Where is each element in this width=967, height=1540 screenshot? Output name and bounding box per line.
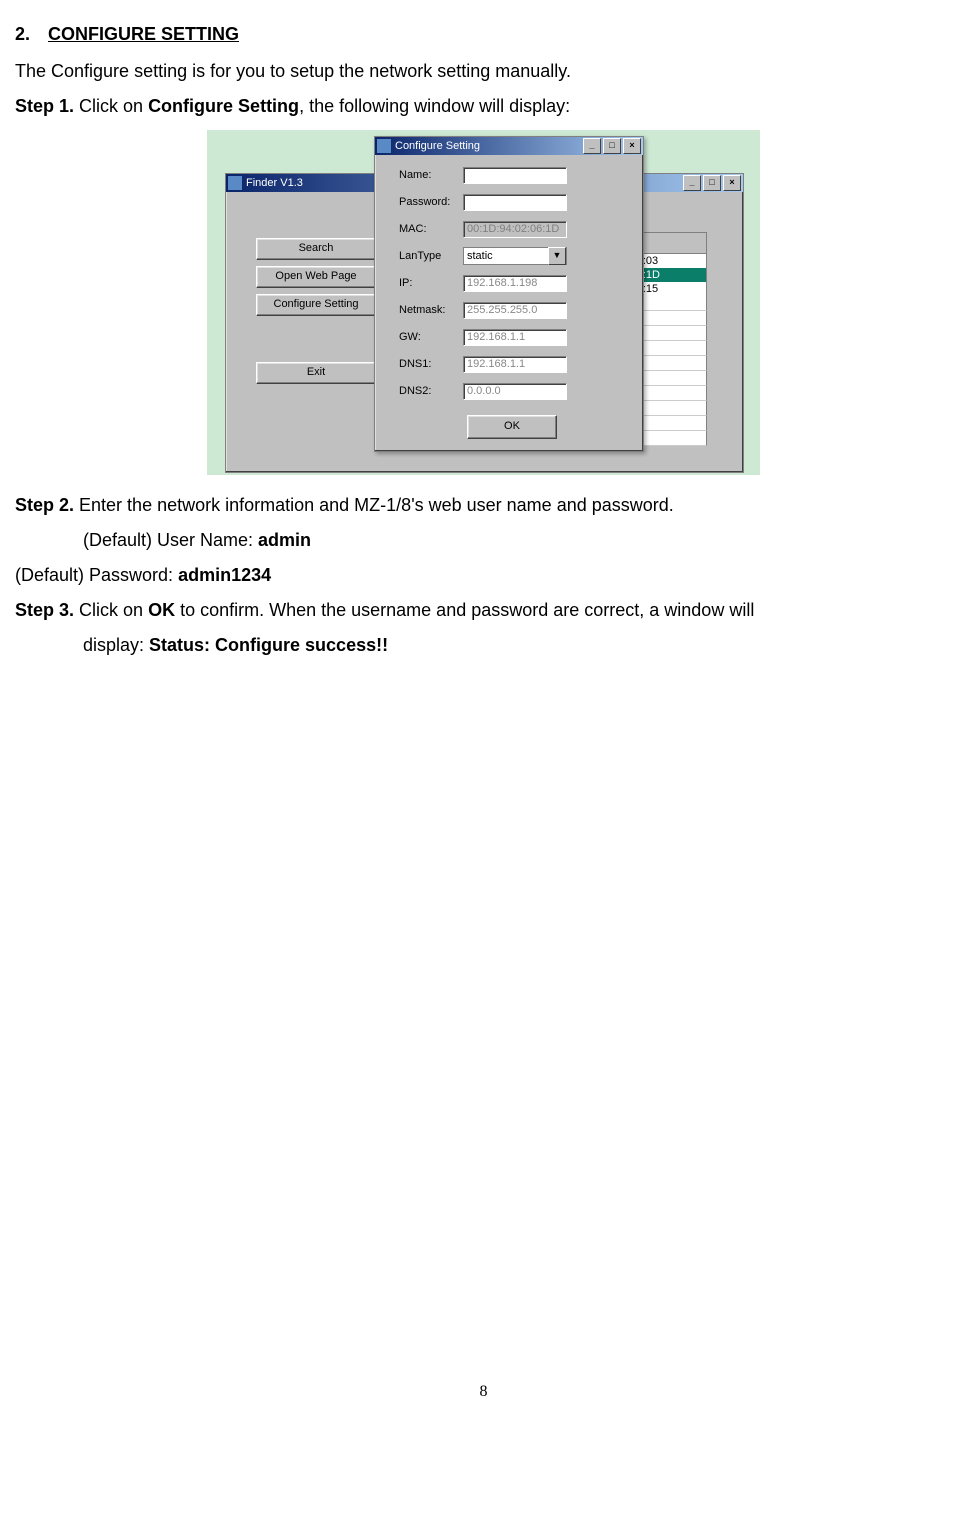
intro-text: The Configure setting is for you to setu… xyxy=(15,57,952,86)
close-icon[interactable]: × xyxy=(623,138,641,154)
default-pass-value: admin1234 xyxy=(178,565,271,585)
ok-button[interactable]: OK xyxy=(467,415,557,439)
ip-label: IP: xyxy=(399,275,463,293)
step2-label: Step 2. xyxy=(15,495,74,515)
step1-after: , the following window will display: xyxy=(299,96,570,116)
name-row: Name: xyxy=(399,165,625,185)
step2-body: Enter the network information and MZ-1/8… xyxy=(74,495,674,515)
gw-input[interactable]: 192.168.1.1 xyxy=(463,329,567,346)
name-label: Name: xyxy=(399,167,463,185)
page-number: 8 xyxy=(15,1379,952,1405)
finder-button-group: Search Open Web Page Configure Setting xyxy=(256,238,376,316)
finder-window-controls: _ □ × xyxy=(683,175,741,191)
mac-row: MAC: 00:1D:94:02:06:1D xyxy=(399,219,625,239)
configure-window: Configure Setting _ □ × Name: Password: … xyxy=(374,136,644,452)
dns1-input[interactable]: 192.168.1.1 xyxy=(463,356,567,373)
minimize-icon[interactable]: _ xyxy=(683,175,701,191)
search-button[interactable]: Search xyxy=(256,238,376,260)
ok-row: OK xyxy=(399,415,625,439)
step3-line2: display: Status: Configure success!! xyxy=(83,631,952,660)
step1-before: Click on xyxy=(74,96,148,116)
ip-input[interactable]: 192.168.1.198 xyxy=(463,275,567,292)
screenshot-figure: Finder V1.3 _ □ × Search Open Web Page C… xyxy=(207,130,760,475)
exit-button[interactable]: Exit xyxy=(256,362,376,384)
section-heading: 2. CONFIGURE SETTING xyxy=(15,20,952,49)
maximize-icon[interactable]: □ xyxy=(603,138,621,154)
default-pass-label: (Default) Password: xyxy=(15,565,178,585)
lantype-value: static xyxy=(467,248,493,266)
default-user-label: (Default) User Name: xyxy=(83,530,258,550)
step3-line2-before: display: xyxy=(83,635,149,655)
default-user-line: (Default) User Name: admin xyxy=(83,526,952,555)
step3-line1: Step 3. Click on OK to confirm. When the… xyxy=(15,596,952,625)
step3-status: Status: Configure success!! xyxy=(149,635,388,655)
step3-ok: OK xyxy=(148,600,175,620)
step3-label: Step 3. xyxy=(15,600,74,620)
configure-titlebar: Configure Setting _ □ × xyxy=(375,137,643,155)
step1-text: Step 1. Click on Configure Setting, the … xyxy=(15,92,952,121)
lantype-row: LanType static ▼ xyxy=(399,246,625,266)
ip-row: IP: 192.168.1.198 xyxy=(399,273,625,293)
password-input[interactable] xyxy=(463,194,567,211)
chevron-down-icon: ▼ xyxy=(548,247,566,265)
step3-mid: to confirm. When the username and passwo… xyxy=(175,600,754,620)
netmask-label: Netmask: xyxy=(399,302,463,320)
dns2-row: DNS2: 0.0.0.0 xyxy=(399,381,625,401)
configure-title: Configure Setting xyxy=(395,138,583,156)
password-row: Password: xyxy=(399,192,625,212)
close-icon[interactable]: × xyxy=(723,175,741,191)
finder-exit-group: Exit xyxy=(256,362,376,384)
default-user-value: admin xyxy=(258,530,311,550)
dns2-input[interactable]: 0.0.0.0 xyxy=(463,383,567,400)
step3-before: Click on xyxy=(74,600,148,620)
gw-label: GW: xyxy=(399,329,463,347)
dns1-label: DNS1: xyxy=(399,356,463,374)
dns1-row: DNS1: 192.168.1.1 xyxy=(399,354,625,374)
configure-window-controls: _ □ × xyxy=(583,138,641,154)
lantype-select[interactable]: static ▼ xyxy=(463,247,567,265)
netmask-input[interactable]: 255.255.255.0 xyxy=(463,302,567,319)
netmask-row: Netmask: 255.255.255.0 xyxy=(399,300,625,320)
gw-row: GW: 192.168.1.1 xyxy=(399,327,625,347)
configure-app-icon xyxy=(377,139,391,153)
dns2-label: DNS2: xyxy=(399,383,463,401)
section-title: CONFIGURE SETTING xyxy=(48,24,239,44)
configure-setting-button[interactable]: Configure Setting xyxy=(256,294,376,316)
name-input[interactable] xyxy=(463,167,567,184)
mac-label: MAC: xyxy=(399,221,463,239)
configure-body: Name: Password: MAC: 00:1D:94:02:06:1D L… xyxy=(375,155,643,451)
step2-text: Step 2. Enter the network information an… xyxy=(15,491,952,520)
section-number: 2. xyxy=(15,20,30,49)
open-web-button[interactable]: Open Web Page xyxy=(256,266,376,288)
step1-label: Step 1. xyxy=(15,96,74,116)
step1-bold: Configure Setting xyxy=(148,96,299,116)
password-label: Password: xyxy=(399,194,463,212)
lantype-label: LanType xyxy=(399,248,463,266)
maximize-icon[interactable]: □ xyxy=(703,175,721,191)
default-pass-line: (Default) Password: admin1234 xyxy=(15,561,952,590)
mac-input: 00:1D:94:02:06:1D xyxy=(463,221,567,238)
minimize-icon[interactable]: _ xyxy=(583,138,601,154)
finder-app-icon xyxy=(228,176,242,190)
